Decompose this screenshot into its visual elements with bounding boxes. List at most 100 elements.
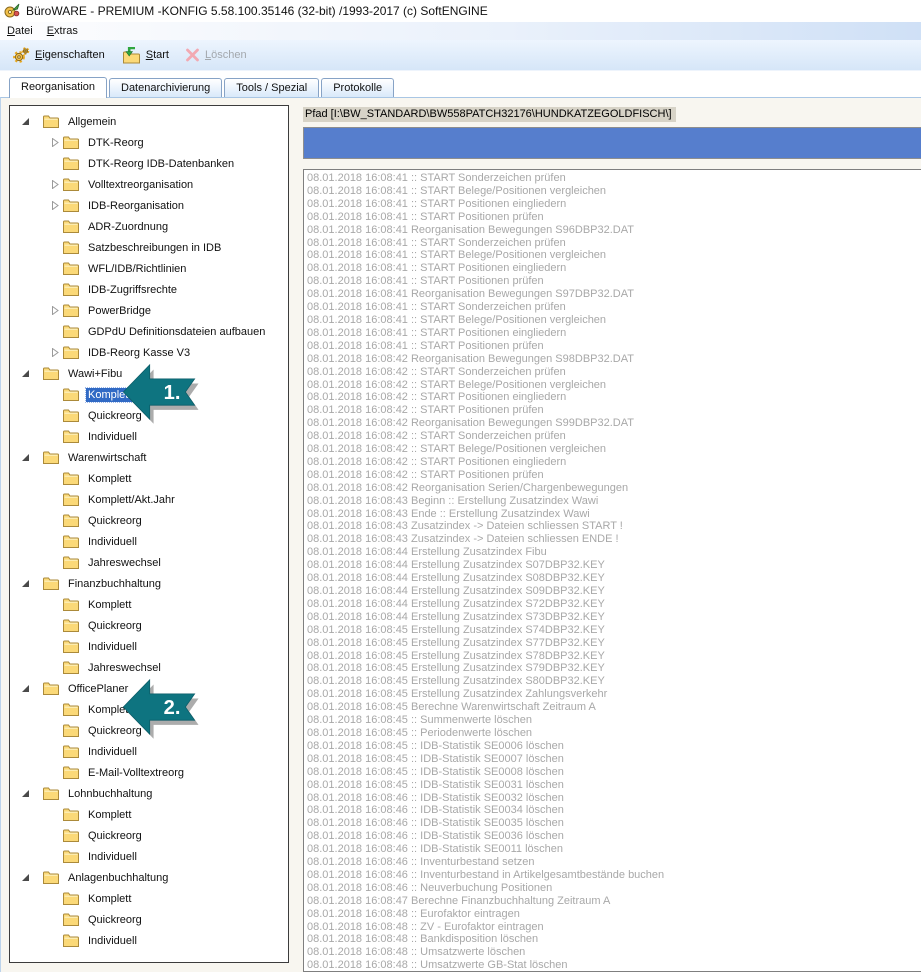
tree-item-quickreorg[interactable]: Quickreorg bbox=[10, 825, 288, 846]
tab-datenarchivierung[interactable]: Datenarchivierung bbox=[109, 78, 222, 97]
expander-expanded-icon[interactable] bbox=[20, 683, 31, 694]
expander-collapsed-icon[interactable] bbox=[50, 200, 61, 211]
tree-item-adr-zuordnung[interactable]: ADR-Zuordnung bbox=[10, 216, 288, 237]
toolbar: EigenschaftenStartLöschen bbox=[0, 40, 921, 71]
tree-item-individuell[interactable]: Individuell bbox=[10, 531, 288, 552]
tree-item-jahreswechsel[interactable]: Jahreswechsel bbox=[10, 552, 288, 573]
log-line: 08.01.2018 16:08:41 :: START Sonderzeich… bbox=[307, 301, 921, 314]
app-icon bbox=[4, 3, 20, 19]
tree-item-individuell[interactable]: Individuell bbox=[10, 930, 288, 951]
category-tree[interactable]: AllgemeinDTK-ReorgDTK-Reorg IDB-Datenban… bbox=[9, 105, 289, 963]
tree-item-e-mail-volltextreorg[interactable]: E-Mail-Volltextreorg bbox=[10, 762, 288, 783]
expander-collapsed-icon[interactable] bbox=[50, 347, 61, 358]
menu-extras[interactable]: Extras bbox=[40, 23, 85, 39]
tree-item-finanzbuchhaltung[interactable]: Finanzbuchhaltung bbox=[10, 573, 288, 594]
log-line: 08.01.2018 16:08:41 :: START Belege/Posi… bbox=[307, 249, 921, 262]
expander-expanded-icon[interactable] bbox=[20, 116, 31, 127]
tree-item-anlagenbuchhaltung[interactable]: Anlagenbuchhaltung bbox=[10, 867, 288, 888]
tree-item-idb-reorg-kasse-v3[interactable]: IDB-Reorg Kasse V3 bbox=[10, 342, 288, 363]
expander-placeholder bbox=[50, 893, 61, 904]
folder-icon bbox=[63, 493, 79, 506]
log-line: 08.01.2018 16:08:42 Reorganisation Serie… bbox=[307, 482, 921, 495]
tree-item-individuell[interactable]: Individuell bbox=[10, 741, 288, 762]
tab-tools-spezial[interactable]: Tools / Spezial bbox=[224, 78, 319, 97]
tree-item-komplett[interactable]: Komplett bbox=[10, 468, 288, 489]
tree-item-label: Individuell bbox=[86, 934, 139, 948]
tree-item-quickreorg[interactable]: Quickreorg bbox=[10, 510, 288, 531]
folder-icon bbox=[63, 766, 79, 779]
log-line: 08.01.2018 16:08:44 Erstellung Zusatzind… bbox=[307, 559, 921, 572]
tree-item-lohnbuchhaltung[interactable]: Lohnbuchhaltung bbox=[10, 783, 288, 804]
expander-expanded-icon[interactable] bbox=[20, 368, 31, 379]
tree-item-warenwirtschaft[interactable]: Warenwirtschaft bbox=[10, 447, 288, 468]
tree-item-quickreorg[interactable]: Quickreorg bbox=[10, 405, 288, 426]
expander-expanded-icon[interactable] bbox=[20, 452, 31, 463]
expander-expanded-icon[interactable] bbox=[20, 788, 31, 799]
expander-placeholder bbox=[50, 410, 61, 421]
tree-item-komplett[interactable]: Komplett bbox=[10, 384, 288, 405]
log-line: 08.01.2018 16:08:44 Erstellung Zusatzind… bbox=[307, 585, 921, 598]
expander-collapsed-icon[interactable] bbox=[50, 137, 61, 148]
tree-item-label: IDB-Reorganisation bbox=[86, 199, 186, 213]
tree-item-quickreorg[interactable]: Quickreorg bbox=[10, 615, 288, 636]
tree-item-powerbridge[interactable]: PowerBridge bbox=[10, 300, 288, 321]
tree-item-dtk-reorg[interactable]: DTK-Reorg bbox=[10, 132, 288, 153]
folder-icon bbox=[43, 871, 59, 884]
log-line: 08.01.2018 16:08:45 :: Summenwerte lösch… bbox=[307, 714, 921, 727]
tree-item-gdpdu-definitionsdateien-aufbauen[interactable]: GDPdU Definitionsdateien aufbauen bbox=[10, 321, 288, 342]
tree-item-volltextreorganisation[interactable]: Volltextreorganisation bbox=[10, 174, 288, 195]
tree-item-idb-zugriffsrechte[interactable]: IDB-Zugriffsrechte bbox=[10, 279, 288, 300]
log-line: 08.01.2018 16:08:41 :: START Belege/Posi… bbox=[307, 185, 921, 198]
tree-item-individuell[interactable]: Individuell bbox=[10, 636, 288, 657]
tree-item-individuell[interactable]: Individuell bbox=[10, 846, 288, 867]
tree-item-wfl-idb-richtlinien[interactable]: WFL/IDB/Richtlinien bbox=[10, 258, 288, 279]
tree-item-label: Quickreorg bbox=[86, 409, 144, 423]
tree-item-label: Individuell bbox=[86, 430, 139, 444]
tab-reorganisation[interactable]: Reorganisation bbox=[9, 77, 107, 98]
tree-item-quickreorg[interactable]: Quickreorg bbox=[10, 720, 288, 741]
tree-item-label: Wawi+Fibu bbox=[66, 367, 124, 381]
tree-item-label: Komplett/Akt.Jahr bbox=[86, 493, 177, 507]
expander-placeholder bbox=[50, 242, 61, 253]
tab-protokolle[interactable]: Protokolle bbox=[321, 78, 394, 97]
expander-collapsed-icon[interactable] bbox=[50, 179, 61, 190]
log-list[interactable]: 08.01.2018 16:08:41 :: START Sonderzeich… bbox=[303, 169, 921, 972]
tree-item-idb-reorganisation[interactable]: IDB-Reorganisation bbox=[10, 195, 288, 216]
tree-item-jahreswechsel[interactable]: Jahreswechsel bbox=[10, 657, 288, 678]
tree-item-komplett[interactable]: Komplett bbox=[10, 699, 288, 720]
tree-item-label: Satzbeschreibungen in IDB bbox=[86, 241, 223, 255]
tree-item-komplett[interactable]: Komplett bbox=[10, 804, 288, 825]
tree-item-satzbeschreibungen-in-idb[interactable]: Satzbeschreibungen in IDB bbox=[10, 237, 288, 258]
expander-expanded-icon[interactable] bbox=[20, 872, 31, 883]
expander-collapsed-icon[interactable] bbox=[50, 305, 61, 316]
tree-item-komplett[interactable]: Komplett bbox=[10, 888, 288, 909]
tree-item-komplett[interactable]: Komplett bbox=[10, 594, 288, 615]
menu-datei[interactable]: Datei bbox=[0, 23, 40, 39]
eigenschaften-button[interactable]: Eigenschaften bbox=[4, 44, 113, 67]
tree-item-label: Komplett bbox=[86, 892, 133, 906]
start-button[interactable]: Start bbox=[113, 44, 177, 67]
log-line: 08.01.2018 16:08:41 :: START Positionen … bbox=[307, 262, 921, 275]
tree-item-individuell[interactable]: Individuell bbox=[10, 426, 288, 447]
loeschen-button[interactable]: Löschen bbox=[177, 45, 255, 65]
expander-placeholder bbox=[50, 431, 61, 442]
tree-item-komplett-akt-jahr[interactable]: Komplett/Akt.Jahr bbox=[10, 489, 288, 510]
tree-item-label: IDB-Zugriffsrechte bbox=[86, 283, 179, 297]
tree-item-label: Jahreswechsel bbox=[86, 661, 163, 675]
log-line: 08.01.2018 16:08:45 :: IDB-Statistik SE0… bbox=[307, 753, 921, 766]
tree-item-dtk-reorg-idb-datenbanken[interactable]: DTK-Reorg IDB-Datenbanken bbox=[10, 153, 288, 174]
folder-icon bbox=[43, 577, 59, 590]
tree-item-label: Individuell bbox=[86, 745, 139, 759]
log-line: 08.01.2018 16:08:41 :: START Positionen … bbox=[307, 198, 921, 211]
tree-item-allgemein[interactable]: Allgemein bbox=[10, 111, 288, 132]
log-line: 08.01.2018 16:08:44 Erstellung Zusatzind… bbox=[307, 598, 921, 611]
expander-placeholder bbox=[50, 914, 61, 925]
expander-placeholder bbox=[50, 851, 61, 862]
log-line: 08.01.2018 16:08:45 Erstellung Zusatzind… bbox=[307, 662, 921, 675]
tree-item-officeplaner[interactable]: OfficePlaner bbox=[10, 678, 288, 699]
tree-item-wawi-fibu[interactable]: Wawi+Fibu bbox=[10, 363, 288, 384]
tree-item-label: Volltextreorganisation bbox=[86, 178, 195, 192]
expander-expanded-icon[interactable] bbox=[20, 578, 31, 589]
tree-item-quickreorg[interactable]: Quickreorg bbox=[10, 909, 288, 930]
log-line: 08.01.2018 16:08:42 :: START Positionen … bbox=[307, 469, 921, 482]
